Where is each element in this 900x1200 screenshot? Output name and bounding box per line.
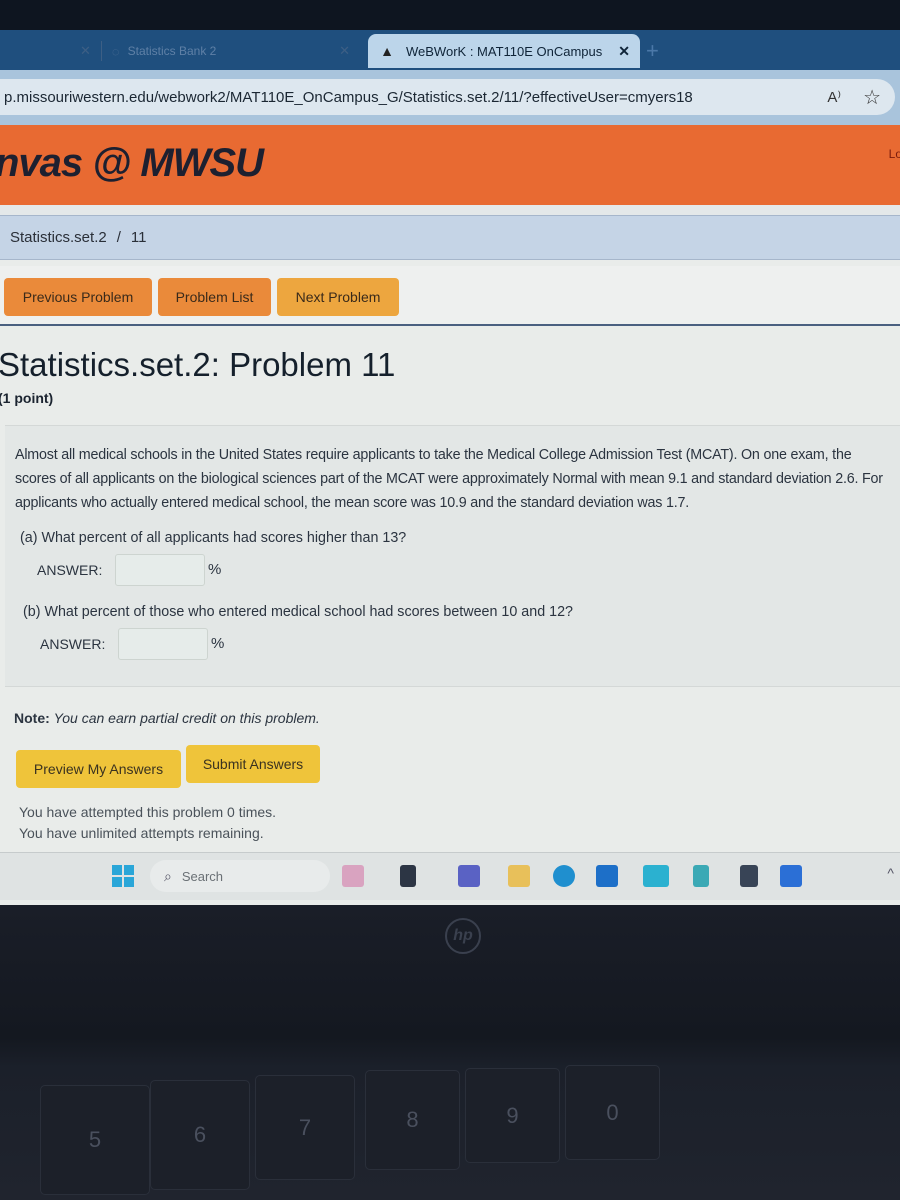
breadcrumb: Statistics.set.2 / 11 xyxy=(0,215,900,260)
screen: ✕ ◌ Statistics Bank 2 ✕ ▲ WeBWorK : MAT1… xyxy=(0,0,900,905)
problem-points: (1 point) xyxy=(0,390,54,406)
search-placeholder: Search xyxy=(181,868,224,884)
close-icon[interactable]: ✕ xyxy=(618,43,630,60)
problem-list-button[interactable]: Problem List xyxy=(158,278,271,316)
next-problem-button[interactable]: Next Problem xyxy=(277,278,399,316)
sticky-notes-icon[interactable] xyxy=(740,865,758,887)
browser-tab-bar: ✕ ◌ Statistics Bank 2 ✕ ▲ WeBWorK : MAT1… xyxy=(0,30,900,70)
answer-label-b: ANSWER: xyxy=(40,636,106,652)
site-header: nvas @ MWSU Lo xyxy=(0,125,900,205)
search-icon: ⌕ xyxy=(164,867,172,884)
hp-logo-icon: hp xyxy=(445,918,481,954)
answer-input-b[interactable] xyxy=(118,628,208,660)
note-text: You can earn partial credit on this prob… xyxy=(53,710,320,726)
breadcrumb-set[interactable]: Statistics.set.2 xyxy=(10,229,107,246)
attempts-count: You have attempted this problem 0 times. xyxy=(19,804,277,820)
keyboard-key: 9 xyxy=(465,1068,560,1163)
favorite-star-icon[interactable]: ☆ xyxy=(863,85,881,110)
answer-input-a[interactable] xyxy=(115,554,205,586)
keyboard-key: 6 xyxy=(150,1080,250,1190)
tab-statistics-bank[interactable]: ✕ ◌ Statistics Bank 2 ✕ xyxy=(60,34,360,68)
teams-icon[interactable] xyxy=(458,865,480,887)
notepad-icon[interactable] xyxy=(693,865,709,887)
tab-title: WeBWorK : MAT110E OnCampus xyxy=(406,43,603,59)
header-divider xyxy=(0,205,900,215)
edge-icon[interactable] xyxy=(553,865,575,887)
unit-label-a: % xyxy=(208,561,222,578)
attempts-remaining: You have unlimited attempts remaining. xyxy=(19,825,264,841)
question-b: (b) What percent of those who entered me… xyxy=(23,604,573,620)
tab-separator xyxy=(100,41,102,61)
loading-icon: ◌ xyxy=(111,43,120,59)
breadcrumb-separator: / xyxy=(116,229,121,246)
site-brand: nvas @ MWSU xyxy=(0,141,264,185)
problem-statement: Almost all medical schools in the United… xyxy=(15,447,883,511)
windows-taskbar: ⌕ Search ^ xyxy=(0,852,900,900)
submit-answers-button[interactable]: Submit Answers xyxy=(186,745,320,783)
windows-start-icon[interactable] xyxy=(112,865,134,887)
widgets-icon[interactable] xyxy=(342,865,364,887)
store-icon[interactable] xyxy=(596,865,618,887)
folder-icon[interactable] xyxy=(508,865,530,887)
word-icon[interactable] xyxy=(780,865,802,887)
tab-webwork[interactable]: ▲ WeBWorK : MAT110E OnCampus ✕ xyxy=(368,34,640,68)
url-text[interactable]: p.missouriwestern.edu/webwork2/MAT110E_O… xyxy=(4,89,827,106)
read-aloud-icon[interactable]: A⁾ xyxy=(827,88,841,106)
question-a: (a) What percent of all applicants had s… xyxy=(20,530,407,546)
attempts-info: You have attempted this problem 0 times.… xyxy=(19,802,276,844)
preview-answers-button[interactable]: Preview My Answers xyxy=(16,750,181,788)
mcafee-icon[interactable] xyxy=(643,865,669,887)
page-title: Statistics.set.2: Problem 11 xyxy=(0,346,396,383)
chevron-up-icon[interactable]: ^ xyxy=(887,865,894,881)
tab-title: Statistics Bank 2 xyxy=(127,44,217,58)
address-bar: p.missouriwestern.edu/webwork2/MAT110E_O… xyxy=(0,70,900,125)
close-icon[interactable]: ✕ xyxy=(80,43,91,59)
file-explorer-icon[interactable] xyxy=(400,865,416,887)
webwork-favicon-icon: ▲ xyxy=(380,43,394,59)
url-field[interactable]: p.missouriwestern.edu/webwork2/MAT110E_O… xyxy=(0,79,895,115)
problem-nav: Previous Problem Problem List Next Probl… xyxy=(0,266,900,326)
note-label: Note: xyxy=(14,710,50,726)
close-icon[interactable]: ✕ xyxy=(339,43,350,59)
keyboard-key: 5 xyxy=(40,1085,150,1195)
taskbar-search[interactable]: ⌕ Search xyxy=(150,860,330,892)
keyboard-key: 7 xyxy=(255,1075,355,1180)
partial-credit-note: Note: You can earn partial credit on thi… xyxy=(14,710,320,726)
problem-body: Almost all medical schools in the United… xyxy=(5,425,900,687)
breadcrumb-problem: 11 xyxy=(130,229,147,246)
top-strip xyxy=(0,0,900,30)
unit-label-b: % xyxy=(211,635,225,652)
answer-label-a: ANSWER: xyxy=(37,562,103,578)
new-tab-button[interactable]: + xyxy=(646,38,659,64)
previous-problem-button[interactable]: Previous Problem xyxy=(4,278,152,316)
keyboard-key: 8 xyxy=(365,1070,460,1170)
keyboard-key: 0 xyxy=(565,1065,660,1160)
login-link[interactable]: Lo xyxy=(889,147,900,161)
